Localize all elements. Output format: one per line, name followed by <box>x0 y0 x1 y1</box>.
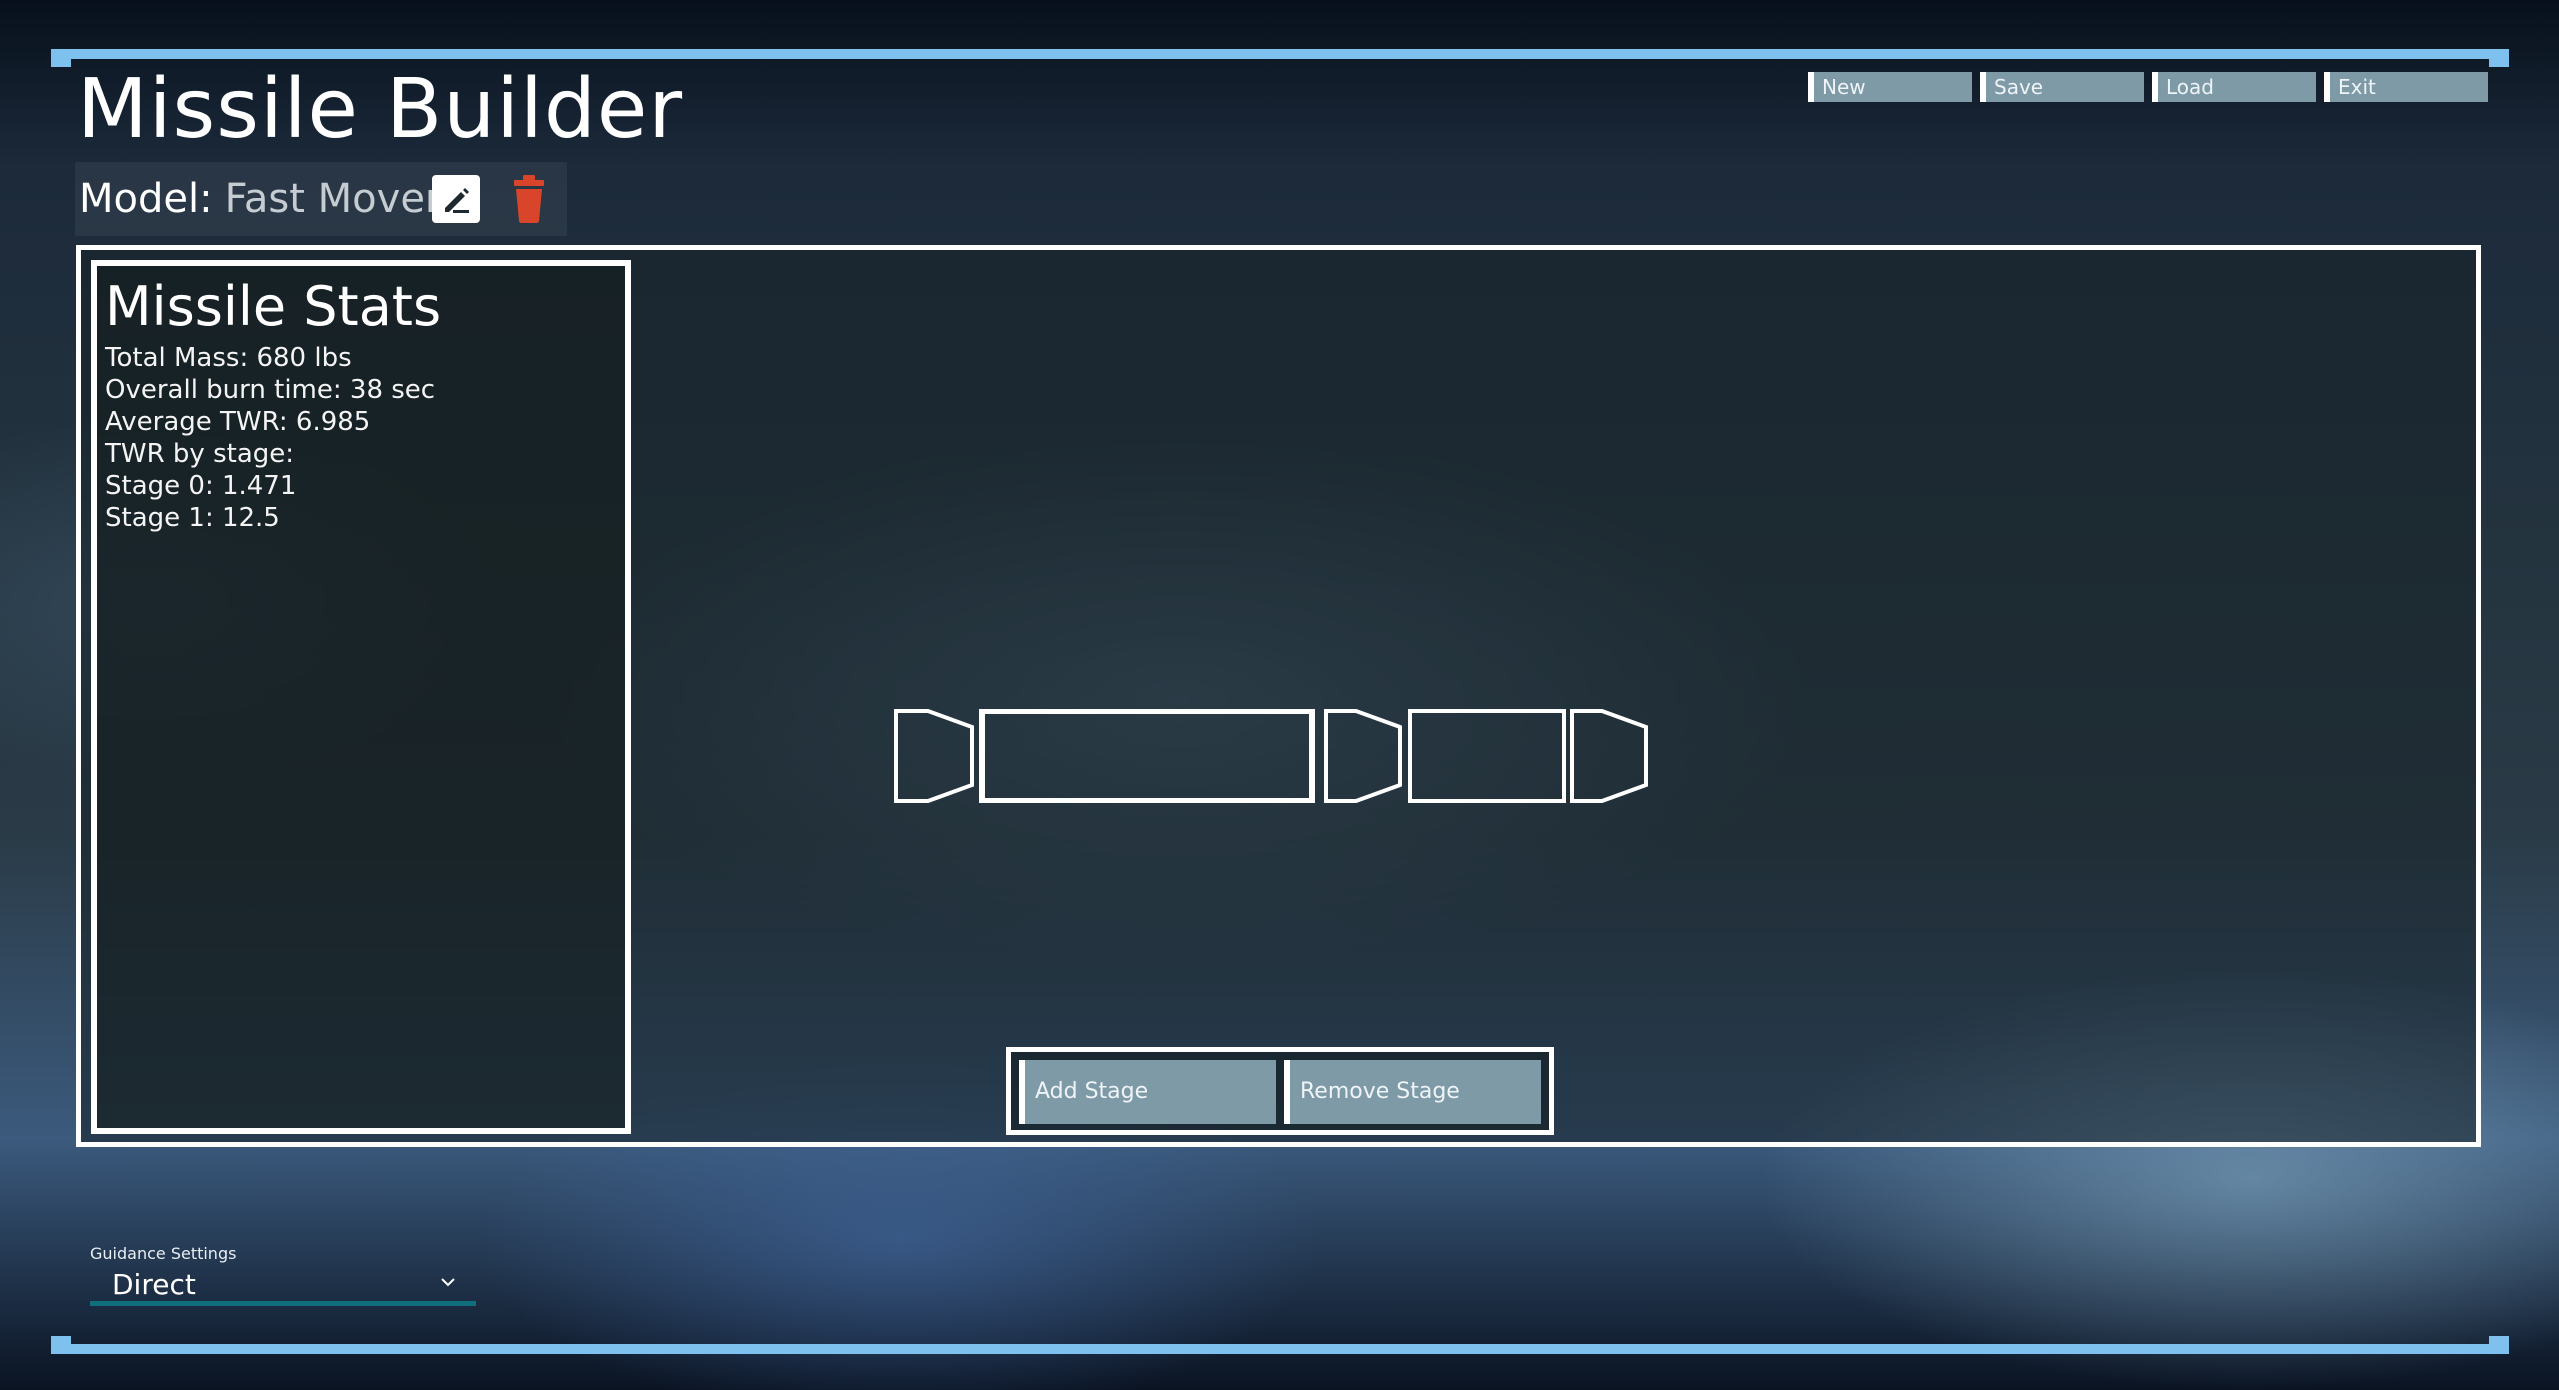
missile-stats-panel: Missile Stats Total Mass: 680 lbs Overal… <box>91 260 631 1134</box>
stage-1-coupler[interactable] <box>1570 709 1648 803</box>
stat-total-mass: Total Mass: 680 lbs <box>105 343 352 373</box>
model-name: Fast Mover <box>224 176 442 222</box>
chevron-down-icon <box>441 1278 455 1287</box>
stat-burn-time: Overall burn time: 38 sec <box>105 375 436 405</box>
guidance-select[interactable]: Direct <box>90 1266 476 1306</box>
page-title: Missile Builder <box>77 62 684 157</box>
delete-model-button[interactable] <box>505 172 553 226</box>
missile-diagram <box>894 709 1648 803</box>
exit-button[interactable]: Exit <box>2324 72 2488 102</box>
model-bar: Model: Fast Mover <box>75 162 567 236</box>
missile-nose-section[interactable] <box>894 709 974 803</box>
edit-model-button[interactable] <box>432 175 480 223</box>
stats-title: Missile Stats <box>105 275 442 338</box>
stage-0-coupler[interactable] <box>1324 709 1402 803</box>
add-stage-button[interactable]: Add Stage <box>1019 1060 1276 1124</box>
remove-stage-button[interactable]: Remove Stage <box>1284 1060 1541 1124</box>
edit-icon <box>445 188 469 213</box>
model-label: Model: <box>79 176 213 222</box>
stage-controls: Add Stage Remove Stage <box>1006 1047 1554 1135</box>
missile-workspace: Missile Stats Total Mass: 680 lbs Overal… <box>76 245 2481 1147</box>
load-button[interactable]: Load <box>2152 72 2316 102</box>
stat-stage-0-twr: Stage 0: 1.471 <box>105 471 297 501</box>
bottom-frame-cap-left <box>51 1336 71 1354</box>
stage-0-body[interactable] <box>979 709 1315 803</box>
guidance-settings-label: Guidance Settings <box>90 1244 237 1263</box>
bottom-frame-cap-right <box>2489 1336 2509 1354</box>
stage-1-body[interactable] <box>1408 709 1566 803</box>
bottom-frame-bar <box>51 1336 2509 1354</box>
stat-twr-heading: TWR by stage: <box>105 439 295 469</box>
top-frame-cap-right <box>2489 49 2509 67</box>
top-frame-cap-left <box>51 49 71 67</box>
new-button[interactable]: New <box>1808 72 1972 102</box>
guidance-selected-value: Direct <box>112 1268 196 1301</box>
save-button[interactable]: Save <box>1980 72 2144 102</box>
top-menu: New Save Load Exit <box>1808 72 2488 102</box>
top-frame-bar <box>51 49 2509 67</box>
stat-average-twr: Average TWR: 6.985 <box>105 407 371 437</box>
stat-stage-1-twr: Stage 1: 12.5 <box>105 503 280 533</box>
trash-icon <box>514 175 544 223</box>
